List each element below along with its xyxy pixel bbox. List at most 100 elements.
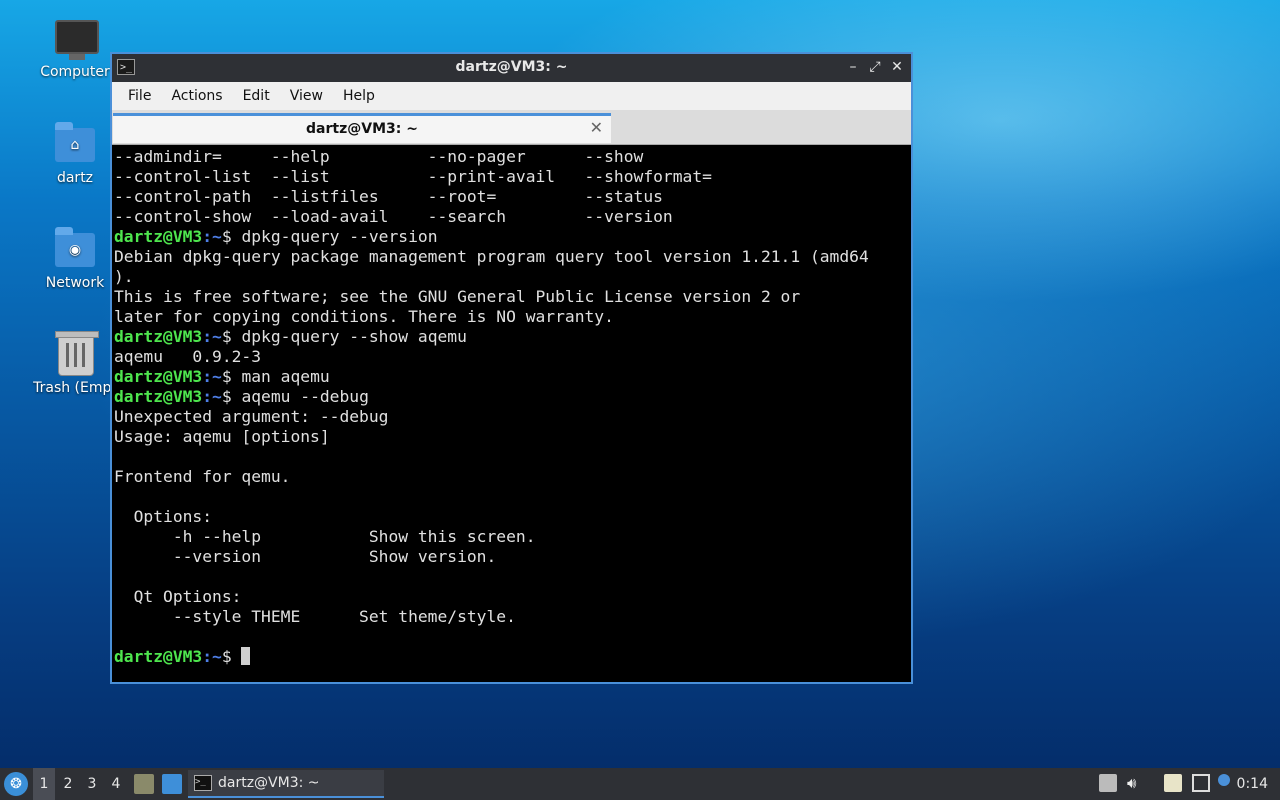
menu-actions[interactable]: Actions <box>161 88 232 104</box>
terminal-line: Usage: aqemu [options] <box>114 427 909 447</box>
output-text: aqemu 0.9.2-3 <box>114 347 262 366</box>
maximize-button[interactable]: ⤢ <box>867 57 883 77</box>
output-text: Unexpected argument: --debug <box>114 407 389 426</box>
terminal-line: dartz@VM3:~$ dpkg-query --show aqemu <box>114 327 909 347</box>
prompt-path: :~ <box>202 327 222 346</box>
output-text: Options: <box>114 507 213 526</box>
output-text: Qt Options: <box>114 587 242 606</box>
workspace-2[interactable]: 2 <box>57 768 79 800</box>
taskbar-task-terminal[interactable]: >_ dartz@VM3: ~ <box>188 770 384 798</box>
terminal-line: Options: <box>114 507 909 527</box>
output-text: --control-show --load-avail --search --v… <box>114 207 673 226</box>
tab-bar: dartz@VM3: ~ ✕ <box>112 110 911 145</box>
taskbar-task-label: dartz@VM3: ~ <box>218 775 320 791</box>
output-text: --version Show version. <box>114 547 497 566</box>
prompt-user: dartz@VM3 <box>114 327 203 346</box>
output-text: --admindir= --help --no-pager --show <box>114 147 644 166</box>
volume-icon[interactable]: 🔊︎ <box>1127 774 1145 792</box>
workspace-1[interactable]: 1 <box>33 768 55 800</box>
output-text: Usage: aqemu [options] <box>114 427 330 446</box>
terminal-line: Qt Options: <box>114 587 909 607</box>
prompt-sign: $ <box>221 227 242 246</box>
menu-view[interactable]: View <box>280 88 333 104</box>
home-folder-icon: ⌂ <box>53 120 97 164</box>
menu-file[interactable]: File <box>118 88 161 104</box>
prompt-user: dartz@VM3 <box>114 227 203 246</box>
terminal-line: --control-path --listfiles --root= --sta… <box>114 187 909 207</box>
start-menu-icon[interactable]: ❂ <box>4 772 28 796</box>
command-text: dpkg-query --version <box>241 227 438 246</box>
notification-icon[interactable] <box>1218 774 1230 786</box>
output-text: later for copying conditions. There is N… <box>114 307 614 326</box>
prompt-sign: $ <box>221 387 242 406</box>
prompt-sign: $ <box>221 647 242 666</box>
tab-close-icon[interactable]: ✕ <box>590 118 603 137</box>
output-text: Frontend for qemu. <box>114 467 291 486</box>
terminal-line: dartz@VM3:~$ aqemu --debug <box>114 387 909 407</box>
terminal-line: Debian dpkg-query package management pro… <box>114 247 909 267</box>
prompt-path: :~ <box>202 227 222 246</box>
terminal-line: --admindir= --help --no-pager --show <box>114 147 909 167</box>
file-manager-icon[interactable] <box>134 774 154 794</box>
terminal-line: dartz@VM3:~$ man aqemu <box>114 367 909 387</box>
terminal-line: aqemu 0.9.2-3 <box>114 347 909 367</box>
eject-icon[interactable] <box>1099 774 1117 792</box>
network-icon[interactable] <box>1192 774 1210 792</box>
trash-icon <box>53 330 99 376</box>
tab-label: dartz@VM3: ~ <box>306 121 418 137</box>
output-text: --style THEME Set theme/style. <box>114 607 516 626</box>
menu-help[interactable]: Help <box>333 88 385 104</box>
text-cursor <box>241 647 251 665</box>
prompt-user: dartz@VM3 <box>114 367 203 386</box>
terminal-output[interactable]: --admindir= --help --no-pager --show --co… <box>114 146 909 682</box>
output-text: --control-list --list --print-avail --sh… <box>114 167 712 186</box>
terminal-line: --version Show version. <box>114 547 909 567</box>
prompt-sign: $ <box>221 327 242 346</box>
minimize-button[interactable]: – <box>845 57 861 77</box>
workspace-4[interactable]: 4 <box>105 768 127 800</box>
show-desktop-icon[interactable] <box>162 774 182 794</box>
menu-edit[interactable]: Edit <box>233 88 280 104</box>
output-text: This is free software; see the GNU Gener… <box>114 287 801 306</box>
terminal-line: Unexpected argument: --debug <box>114 407 909 427</box>
computer-icon <box>53 14 99 60</box>
window-title: dartz@VM3: ~ <box>455 59 568 75</box>
terminal-window: >_ dartz@VM3: ~ – ⤢ ✕ File Actions Edit … <box>110 52 913 684</box>
taskbar: ❂ 1 2 3 4 >_ dartz@VM3: ~ 🔊︎ 0:14 <box>0 768 1280 800</box>
terminal-icon: >_ <box>194 775 212 791</box>
terminal-line: dartz@VM3:~$ <box>114 647 909 667</box>
clock[interactable]: 0:14 <box>1237 768 1268 800</box>
menu-bar: File Actions Edit View Help <box>112 82 911 110</box>
terminal-line: This is free software; see the GNU Gener… <box>114 287 909 307</box>
terminal-line: --style THEME Set theme/style. <box>114 607 909 627</box>
prompt-user: dartz@VM3 <box>114 387 203 406</box>
output-text: --control-path --listfiles --root= --sta… <box>114 187 663 206</box>
close-button[interactable]: ✕ <box>889 57 905 77</box>
window-titlebar[interactable]: >_ dartz@VM3: ~ – ⤢ ✕ <box>112 54 911 82</box>
terminal-line: ). <box>114 267 909 287</box>
terminal-line: dartz@VM3:~$ dpkg-query --version <box>114 227 909 247</box>
terminal-line: --control-show --load-avail --search --v… <box>114 207 909 227</box>
command-text: man aqemu <box>241 367 330 386</box>
tab-terminal[interactable]: dartz@VM3: ~ ✕ <box>113 113 611 143</box>
command-text: dpkg-query --show aqemu <box>241 327 467 346</box>
workspace-3[interactable]: 3 <box>81 768 103 800</box>
terminal-line: -h --help Show this screen. <box>114 527 909 547</box>
output-text: ). <box>114 267 134 286</box>
output-text: Debian dpkg-query package management pro… <box>114 247 869 266</box>
prompt-user: dartz@VM3 <box>114 647 203 666</box>
prompt-path: :~ <box>202 647 222 666</box>
prompt-path: :~ <box>202 367 222 386</box>
terminal-line: --control-list --list --print-avail --sh… <box>114 167 909 187</box>
clipboard-icon[interactable] <box>1164 774 1182 792</box>
terminal-line: Frontend for qemu. <box>114 467 909 487</box>
prompt-sign: $ <box>221 367 242 386</box>
network-folder-icon: ◉ <box>53 225 97 269</box>
prompt-path: :~ <box>202 387 222 406</box>
terminal-line: later for copying conditions. There is N… <box>114 307 909 327</box>
output-text: -h --help Show this screen. <box>114 527 536 546</box>
